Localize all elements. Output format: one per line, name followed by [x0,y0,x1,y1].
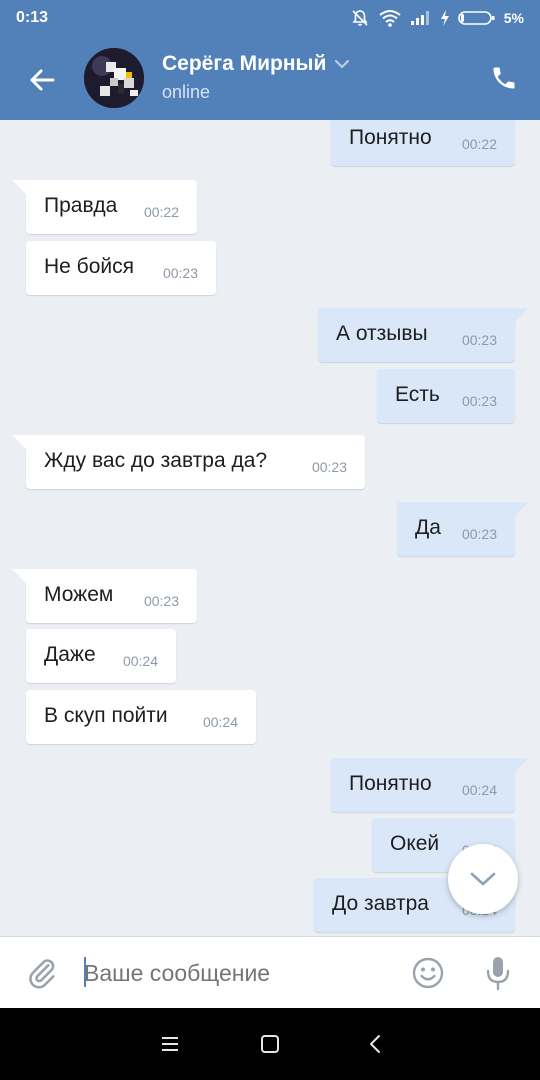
message-composer [0,936,540,1008]
message-text: Не бойся [44,255,134,278]
message-time: 00:23 [461,332,497,348]
charging-icon [440,10,450,26]
message-outgoing[interactable]: А отзывы 00:23 [318,308,529,362]
message-time: 00:24 [122,653,158,669]
emoji-button[interactable] [406,951,450,995]
bubble-tail [511,758,529,776]
message-text: Понятно [349,772,432,795]
system-nav-bar [0,1008,540,1080]
message-incoming[interactable]: Жду вас до завтра да? 00:23 [12,435,365,489]
status-bar: 0:13 5% [0,0,540,38]
avatar[interactable] [84,48,144,108]
message-text: В скуп пойти [44,704,168,727]
message-text: Есть [395,383,440,406]
nav-back-button[interactable] [355,1028,395,1060]
message-list[interactable]: Понятно 00:22 Правда 00:22 Не бойся 00:2… [0,120,540,936]
message-text: Окей [390,832,440,855]
message-outgoing[interactable]: Понятно 00:22 [331,120,515,166]
message-time: 00:22 [143,204,179,220]
bubble-tail [511,308,529,326]
message-outgoing[interactable]: Есть 00:23 [377,369,515,423]
home-square-icon [261,1035,279,1053]
chat-title[interactable]: Серёга Мирный [162,52,350,76]
contact-status: online [162,82,211,102]
arrow-left-icon [30,69,55,91]
home-button[interactable] [250,1028,290,1060]
message-time: 00:23 [461,526,497,542]
message-incoming[interactable]: Даже 00:24 [26,629,176,683]
attach-button[interactable] [20,951,64,995]
bubble-tail [12,180,30,198]
message-text: Жду вас до завтра да? [44,449,268,472]
message-text: До завтра [332,892,429,915]
message-time: 00:24 [461,782,497,798]
back-chevron-icon [370,1035,380,1053]
smiley-icon [412,957,444,989]
message-input[interactable] [84,955,384,991]
chevron-down-icon [335,59,350,69]
message-time: 00:22 [461,136,497,152]
message-text: Можем [44,583,114,606]
contact-name: Серёга Мирный [162,52,327,75]
message-time: 00:23 [162,265,198,281]
mute-bell-icon [350,8,370,28]
menu-icon [162,1037,178,1051]
message-text: Правда [44,194,118,217]
call-button[interactable] [482,56,526,100]
message-incoming[interactable]: В скуп пойти 00:24 [26,690,256,744]
message-incoming[interactable]: Не бойся 00:23 [26,241,216,295]
paperclip-icon [29,959,55,989]
bubble-tail [511,502,529,520]
scroll-down-button[interactable] [448,844,518,914]
message-time: 00:23 [143,593,179,609]
message-incoming[interactable]: Можем 00:23 [12,569,197,623]
battery-percent: 5% [503,10,524,26]
message-text: Да [415,516,441,539]
microphone-icon [486,957,510,991]
voice-message-button[interactable] [476,951,520,995]
message-outgoing[interactable]: Да 00:23 [397,502,529,556]
message-text: Даже [44,643,96,666]
message-time: 00:23 [461,393,497,409]
bubble-tail [12,435,30,453]
chat-header: Серёга Мирный online [0,38,540,120]
chevron-down-icon [470,872,496,886]
phone-icon [493,67,515,89]
message-incoming[interactable]: Правда 00:22 [12,180,197,234]
status-icons: 5% [350,8,524,28]
back-button[interactable] [20,58,64,102]
message-text: А отзывы [336,322,428,345]
message-time: 00:23 [311,459,347,475]
menu-button[interactable] [150,1028,190,1060]
status-time: 0:13 [16,9,49,26]
battery-icon [457,10,496,26]
wifi-icon [378,9,402,27]
message-text: Понятно [349,126,432,149]
bubble-tail [12,569,30,587]
message-outgoing[interactable]: Понятно 00:24 [331,758,529,812]
signal-icon [410,10,432,26]
text-cursor [84,957,86,987]
message-time: 00:24 [202,714,238,730]
